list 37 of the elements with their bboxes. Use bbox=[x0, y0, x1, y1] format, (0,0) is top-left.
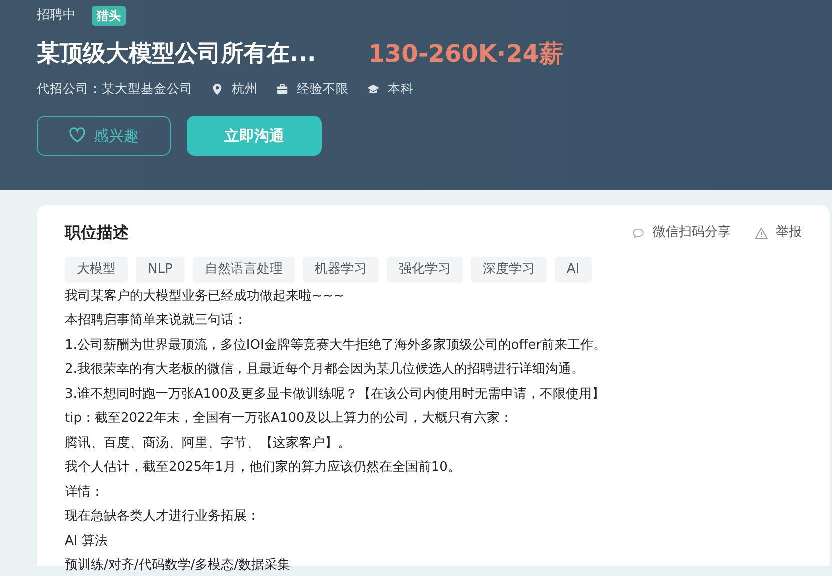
heart-icon bbox=[69, 127, 86, 144]
section-title: 职位描述 bbox=[65, 222, 129, 244]
job-title: 某顶级大模型公司所有在... bbox=[37, 40, 316, 69]
skill-tag: AI bbox=[554, 257, 592, 282]
warning-icon bbox=[755, 226, 768, 240]
description-line: 详情： bbox=[65, 484, 105, 502]
description-line: 3.谁不想同时跑一万张A100及更多显卡做训练呢？【在该公司内使用时无需申请，不限使用】 bbox=[65, 386, 606, 404]
description-line: AI 算法 bbox=[65, 532, 109, 550]
description-line: 我个人估计，截至2025年1月，他们家的算力应该仍然在全国前10。 bbox=[65, 459, 462, 477]
description-line: 我司某客户的大模型业务已经成功做起来啦~~~ bbox=[65, 288, 346, 306]
graduation-cap-icon bbox=[367, 82, 380, 96]
location-pin-icon bbox=[211, 82, 224, 96]
description-line: 1.公司薪酬为世界最顶流，多位IOI金牌等竞赛大牛拒绝了海外多家顶级公司的offer前来工作。 bbox=[65, 336, 608, 354]
interest-button[interactable]: 感兴趣 bbox=[37, 116, 171, 156]
description-line: 2.我很荣幸的有大老板的微信，且最近每个月都会因为某几位候选人的招聘进行详细沟通。 bbox=[65, 361, 586, 379]
meta-text: 本科 bbox=[388, 80, 414, 98]
skill-tag: 强化学习 bbox=[386, 257, 463, 282]
description-line: 预训练/对齐/代码数学/多模态/数据采集 bbox=[65, 557, 292, 575]
skill-tag: 机器学习 bbox=[302, 257, 379, 282]
description-line: 腾讯、百度、商汤、阿里、字节、【这家客户】。 bbox=[65, 434, 352, 452]
salary-text: 130-260K·24薪 bbox=[368, 39, 564, 70]
description-line: 本招聘启事简单来说就三句话： bbox=[65, 312, 248, 330]
skill-tag: 自然语言处理 bbox=[192, 257, 295, 282]
status-text: 招聘中 bbox=[37, 7, 76, 26]
briefcase-icon bbox=[276, 82, 289, 96]
description-line: tip：截至2022年末，全国有一万张A100及以上算力的公司，大概只有六家： bbox=[65, 410, 514, 428]
meta-text: 经验不限 bbox=[297, 80, 349, 98]
report-link[interactable]: 举报 bbox=[755, 223, 802, 243]
description-line: 现在急缺各类人才进行业务拓展： bbox=[65, 508, 261, 526]
share-link[interactable]: 微信扫码分享 bbox=[632, 223, 731, 243]
skill-tag: NLP bbox=[136, 257, 185, 282]
meta-text: 杭州 bbox=[232, 80, 258, 98]
chat-bubble-icon bbox=[632, 226, 645, 240]
headhunter-tag: 猎头 bbox=[92, 6, 126, 26]
meta-text: 代招公司：某大型基金公司 bbox=[37, 80, 193, 98]
skill-tag: 大模型 bbox=[65, 257, 128, 282]
skill-tag: 深度学习 bbox=[470, 257, 547, 282]
